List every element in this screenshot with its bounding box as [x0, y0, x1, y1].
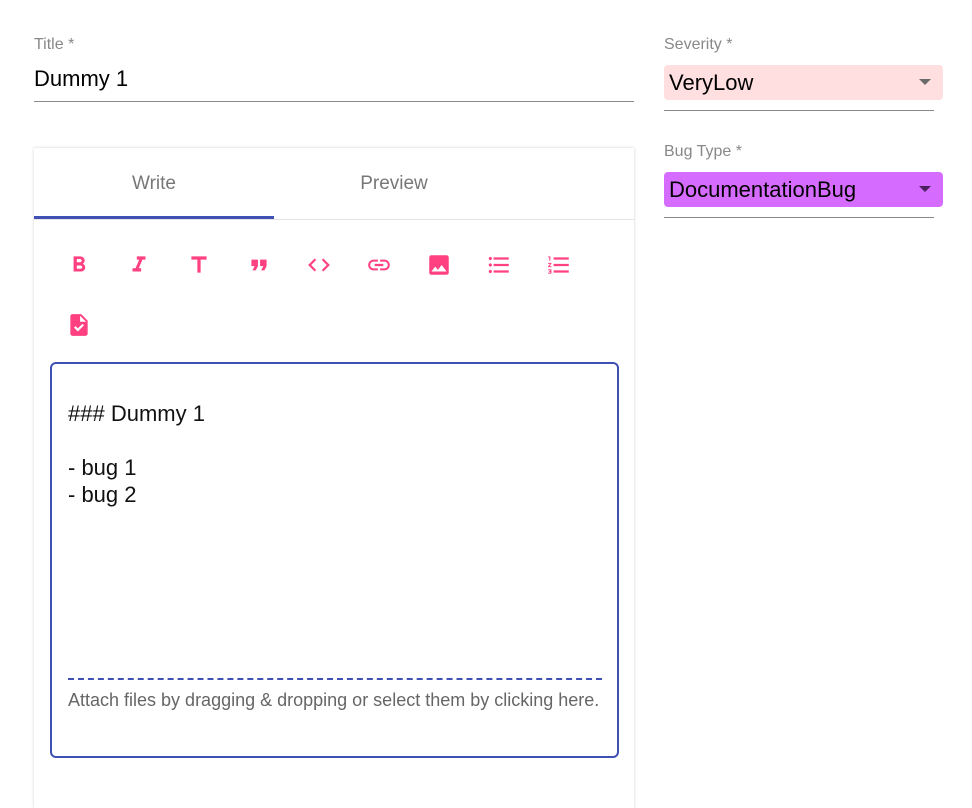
- checklist-icon[interactable]: [66, 312, 92, 338]
- title-input[interactable]: Dummy 1: [34, 66, 128, 92]
- title-underline: [34, 101, 634, 102]
- bug-type-select[interactable]: DocumentationBug: [664, 172, 943, 207]
- unordered-list-icon[interactable]: [486, 252, 512, 278]
- severity-value: VeryLow: [669, 70, 754, 95]
- markdown-content[interactable]: ### Dummy 1 - bug 1 - bug 2: [68, 400, 205, 508]
- tab-preview[interactable]: Preview: [274, 148, 514, 219]
- markdown-editor: Write Preview ### Dummy 1 - bug 1 - bug …: [34, 148, 634, 808]
- image-icon[interactable]: [426, 252, 452, 278]
- severity-label: Severity *: [664, 36, 733, 53]
- italic-icon[interactable]: [126, 252, 152, 278]
- header-icon[interactable]: [186, 252, 212, 278]
- dropdown-arrow-icon: [919, 186, 931, 192]
- attach-divider: [68, 678, 602, 680]
- code-icon[interactable]: [306, 252, 332, 278]
- severity-underline: [664, 110, 934, 111]
- title-label: Title *: [34, 36, 75, 53]
- quote-icon[interactable]: [246, 252, 272, 278]
- attach-files-hint[interactable]: Attach files by dragging & dropping or s…: [68, 688, 608, 712]
- active-tab-indicator: [34, 216, 274, 219]
- bug-type-value: DocumentationBug: [669, 177, 857, 202]
- bug-type-label: Bug Type *: [664, 143, 742, 160]
- editor-tabs: Write Preview: [34, 148, 634, 220]
- bold-icon[interactable]: [66, 252, 92, 278]
- link-icon[interactable]: [366, 252, 392, 278]
- ordered-list-icon[interactable]: [546, 252, 572, 278]
- markdown-textarea[interactable]: ### Dummy 1 - bug 1 - bug 2 Attach files…: [50, 362, 619, 758]
- severity-select[interactable]: VeryLow: [664, 65, 943, 100]
- tab-write[interactable]: Write: [34, 148, 274, 219]
- bug-type-underline: [664, 217, 934, 218]
- dropdown-arrow-icon: [919, 79, 931, 85]
